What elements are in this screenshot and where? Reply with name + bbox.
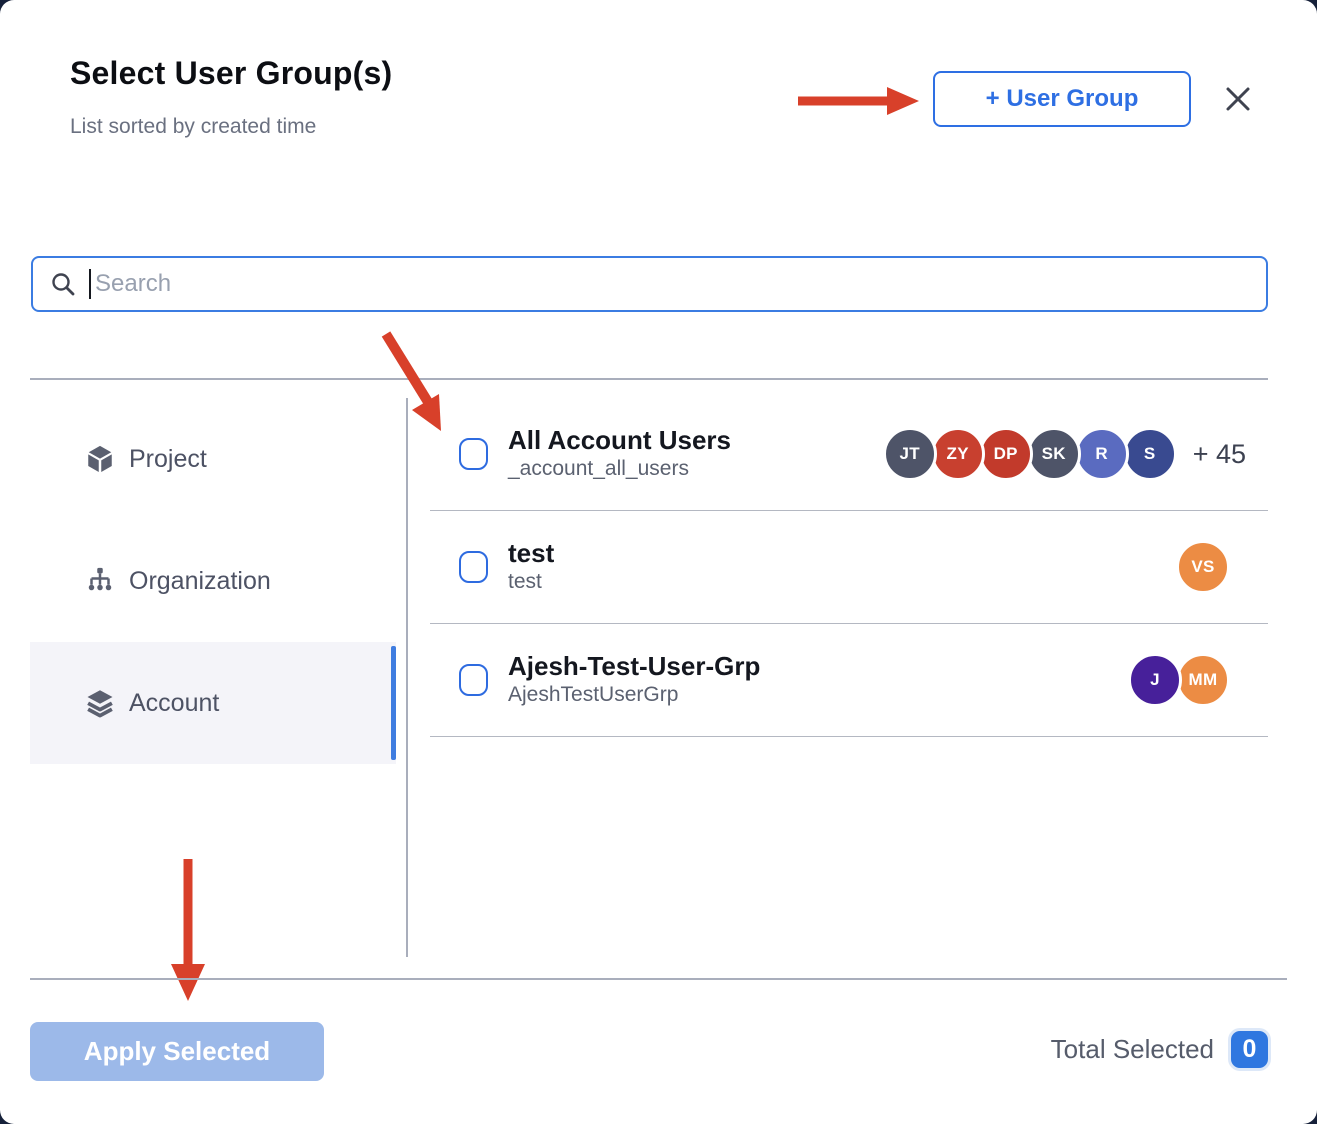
search-input[interactable] [91, 270, 1266, 298]
list-item: All Account Users _account_all_users JTZ… [430, 398, 1268, 511]
group-checkbox[interactable] [459, 438, 488, 470]
avatar-stack: JTZYDPSKRS [883, 427, 1177, 481]
tab-label: Organization [129, 567, 271, 596]
search-icon [49, 270, 77, 298]
avatar-stack: VS [1176, 540, 1230, 594]
avatar: S [1123, 427, 1177, 481]
page-title: Select User Group(s) [70, 55, 392, 92]
avatar: J [1128, 653, 1182, 707]
avatar: JT [883, 427, 937, 481]
annotation-arrow-apply [168, 853, 208, 1005]
layers-icon [85, 688, 115, 718]
cube-icon [85, 444, 115, 474]
avatar: MM [1176, 653, 1230, 707]
select-user-group-modal: Select User Group(s) List sorted by crea… [0, 0, 1317, 1124]
tab-label: Account [129, 689, 219, 718]
divider [30, 978, 1287, 980]
divider [30, 378, 1268, 380]
avatar-stack: JMM [1128, 653, 1230, 707]
tab-project[interactable]: Project [30, 398, 396, 520]
avatar: R [1075, 427, 1129, 481]
add-user-group-button[interactable]: + User Group [933, 71, 1191, 127]
search-box [31, 256, 1268, 312]
tab-organization[interactable]: Organization [30, 520, 396, 642]
group-id: test [508, 569, 554, 595]
divider [406, 398, 408, 957]
total-selected-label: Total Selected [1051, 1034, 1214, 1065]
group-name: test [508, 538, 554, 569]
apply-selected-button[interactable]: Apply Selected [30, 1022, 324, 1081]
group-name: All Account Users [508, 425, 731, 456]
close-icon[interactable] [1219, 80, 1257, 118]
group-checkbox[interactable] [459, 551, 488, 583]
avatar: SK [1027, 427, 1081, 481]
avatar: DP [979, 427, 1033, 481]
group-id: AjeshTestUserGrp [508, 682, 760, 708]
group-checkbox[interactable] [459, 664, 488, 696]
avatar: VS [1176, 540, 1230, 594]
user-group-list: All Account Users _account_all_users JTZ… [430, 398, 1268, 737]
group-name: Ajesh-Test-User-Grp [508, 651, 760, 682]
group-id: _account_all_users [508, 456, 731, 482]
total-selected-count-badge: 0 [1231, 1031, 1268, 1068]
total-selected: Total Selected 0 [1051, 1031, 1268, 1068]
org-chart-icon [85, 566, 115, 596]
avatar: ZY [931, 427, 985, 481]
list-item: Ajesh-Test-User-Grp AjeshTestUserGrp JMM [430, 624, 1268, 737]
list-item: test test VS [430, 511, 1268, 624]
sort-info-text: List sorted by created time [70, 115, 316, 139]
annotation-arrow-add-group [795, 86, 921, 116]
avatar-overflow-count: + 45 [1193, 439, 1246, 470]
tab-label: Project [129, 445, 207, 474]
tab-account[interactable]: Account [30, 642, 396, 764]
scope-tabs: Project Organization [30, 398, 396, 764]
